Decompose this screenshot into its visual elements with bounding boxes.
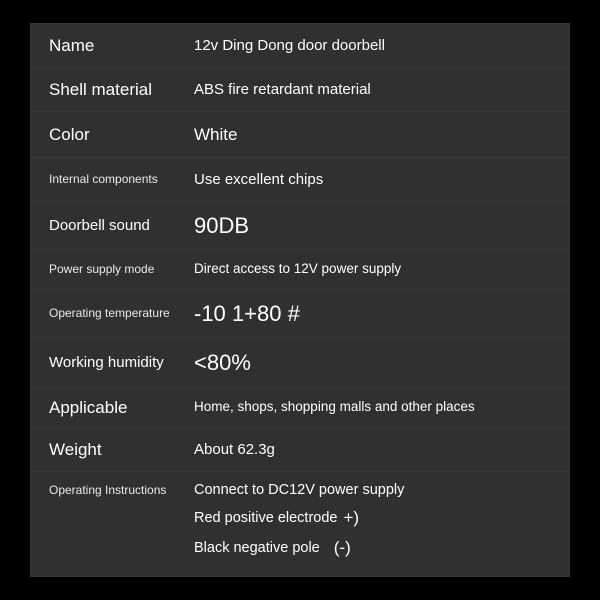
label-instructions: Operating Instructions [49, 484, 194, 498]
instruction-line-2: Red positive electrode +) [194, 508, 551, 528]
value-humidity: <80% [194, 350, 551, 376]
label-shell: Shell material [49, 80, 194, 100]
value-shell: ABS fire retardant material [194, 81, 551, 98]
row-instructions: Operating Instructions Connect to DC12V … [31, 472, 569, 576]
instruction-text-1: Connect to DC12V power supply [194, 482, 404, 498]
black-negative-text: Black negative pole [194, 540, 320, 556]
row-name: Name 12v Ding Dong door doorbell [31, 24, 569, 68]
label-humidity: Working humidity [49, 354, 194, 371]
value-temp: -10 1+80 # [194, 301, 551, 327]
row-temp: Operating temperature -10 1+80 # [31, 290, 569, 338]
label-weight: Weight [49, 440, 194, 460]
row-sound: Doorbell sound 90DB [31, 202, 569, 250]
plus-icon: +) [343, 508, 359, 528]
label-temp: Operating temperature [49, 307, 194, 321]
row-power: Power supply mode Direct access to 12V p… [31, 250, 569, 290]
row-color: Color White [31, 112, 569, 158]
row-internal: Internal components Use excellent chips [31, 158, 569, 202]
value-name: 12v Ding Dong door doorbell [194, 37, 551, 54]
value-sound: 90DB [194, 213, 551, 239]
spec-card: Name 12v Ding Dong door doorbell Shell m… [30, 23, 570, 577]
row-weight: Weight About 62.3g [31, 428, 569, 472]
row-humidity: Working humidity <80% [31, 338, 569, 388]
label-name: Name [49, 36, 194, 56]
label-applicable: Applicable [49, 398, 194, 418]
value-applicable: Home, shops, shopping malls and other pl… [194, 399, 551, 415]
value-color: White [194, 125, 551, 145]
row-shell: Shell material ABS fire retardant materi… [31, 68, 569, 112]
label-color: Color [49, 125, 194, 145]
label-sound: Doorbell sound [49, 217, 194, 234]
label-internal: Internal components [49, 173, 194, 187]
instruction-line-1: Connect to DC12V power supply [194, 482, 551, 498]
minus-icon: (-) [334, 538, 351, 558]
row-applicable: Applicable Home, shops, shopping malls a… [31, 388, 569, 428]
instruction-line-3: Black negative pole (-) [194, 538, 551, 558]
red-positive-text: Red positive electrode [194, 510, 337, 526]
value-internal: Use excellent chips [194, 171, 551, 188]
label-power: Power supply mode [49, 263, 194, 277]
value-power: Direct access to 12V power supply [194, 261, 551, 277]
value-instructions: Connect to DC12V power supply Red positi… [194, 482, 551, 558]
value-weight: About 62.3g [194, 441, 551, 458]
